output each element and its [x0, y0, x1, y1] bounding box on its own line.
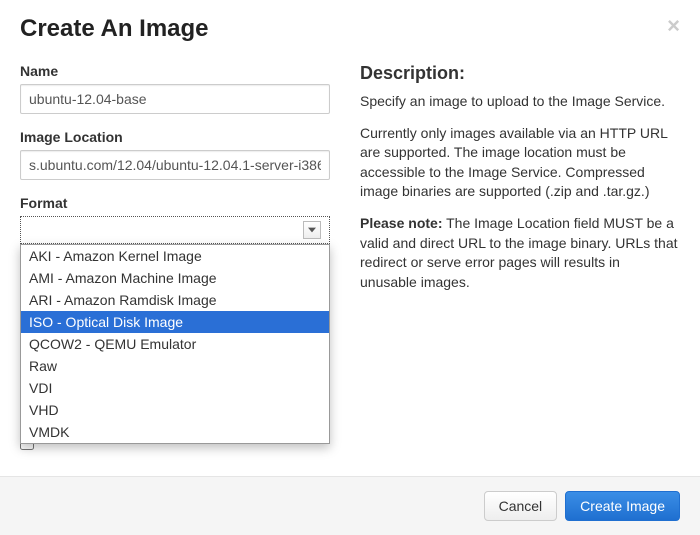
cancel-button[interactable]: Cancel [484, 491, 558, 521]
format-select-display[interactable] [20, 216, 330, 244]
format-option[interactable]: Raw [21, 355, 329, 377]
location-group: Image Location [20, 129, 330, 180]
description-note-label: Please note: [360, 215, 442, 231]
close-icon[interactable]: × [667, 15, 680, 37]
location-label: Image Location [20, 129, 330, 145]
location-input[interactable] [20, 150, 330, 180]
modal-footer: Cancel Create Image [0, 476, 700, 535]
modal-title: Create An Image [20, 15, 209, 43]
format-option[interactable]: AKI - Amazon Kernel Image [21, 245, 329, 267]
format-option[interactable]: VMDK [21, 421, 329, 443]
description-p2: Currently only images available via an H… [360, 124, 680, 202]
chevron-down-icon[interactable] [303, 221, 321, 239]
name-group: Name [20, 63, 330, 114]
description-heading: Description: [360, 63, 680, 84]
create-image-button[interactable]: Create Image [565, 491, 680, 521]
form-column: Name Image Location Format AKI - Amazon … [20, 63, 330, 476]
format-label: Format [20, 195, 330, 211]
create-image-modal: Create An Image × Name Image Location Fo… [0, 0, 700, 535]
format-option[interactable]: AMI - Amazon Machine Image [21, 267, 329, 289]
description-note: Please note: The Image Location field MU… [360, 214, 680, 292]
format-option[interactable]: ARI - Amazon Ramdisk Image [21, 289, 329, 311]
format-option[interactable]: ISO - Optical Disk Image [21, 311, 329, 333]
description-p1: Specify an image to upload to the Image … [360, 92, 680, 112]
format-group: Format AKI - Amazon Kernel ImageAMI - Am… [20, 195, 330, 244]
format-dropdown: AKI - Amazon Kernel ImageAMI - Amazon Ma… [20, 244, 330, 444]
modal-header: Create An Image × [0, 0, 700, 53]
description-column: Description: Specify an image to upload … [360, 63, 680, 476]
name-input[interactable] [20, 84, 330, 114]
modal-body: Name Image Location Format AKI - Amazon … [0, 53, 700, 476]
format-option[interactable]: VDI [21, 377, 329, 399]
format-option[interactable]: QCOW2 - QEMU Emulator [21, 333, 329, 355]
format-select[interactable]: AKI - Amazon Kernel ImageAMI - Amazon Ma… [20, 216, 330, 244]
format-option[interactable]: VHD [21, 399, 329, 421]
name-label: Name [20, 63, 330, 79]
